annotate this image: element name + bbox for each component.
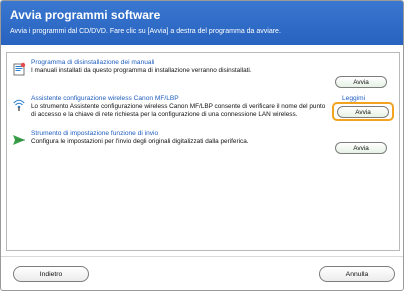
programs-panel: Programma di disinstallazione dei manual… <box>6 52 400 251</box>
back-button[interactable]: Indietro <box>13 266 89 282</box>
footer-separator <box>1 256 403 257</box>
wireless-setup-icon <box>12 98 26 112</box>
window-header: Avvia programmi software Avvia i program… <box>1 1 403 45</box>
readme-link[interactable]: Leggimi <box>342 95 365 102</box>
wireless-program-link[interactable]: Assistente configurazione wireless Canon… <box>31 95 179 102</box>
cancel-button[interactable]: Annulla <box>319 266 395 282</box>
send-program-description: Configura le impostazioni per l'invio de… <box>31 138 249 145</box>
send-function-icon <box>12 133 26 147</box>
uninstall-program-link[interactable]: Programma di disinstallazione dei manual… <box>31 59 155 66</box>
avvia-button-send[interactable]: Avvia <box>335 142 387 154</box>
software-launcher-window: Avvia programmi software Avvia i program… <box>0 0 404 291</box>
avvia-button-uninstall[interactable]: Avvia <box>335 76 387 88</box>
wireless-program-description: Lo strumento Assistente configurazione w… <box>31 103 326 119</box>
send-program-link[interactable]: Strumento di impostazione funzione di in… <box>31 130 158 137</box>
uninstall-program-description: I manuali installati da questo programma… <box>31 67 252 74</box>
uninstall-manuals-icon <box>12 62 26 76</box>
window-subtitle: Avvia i programmi dal CD/DVD. Fare clic … <box>10 28 281 35</box>
window-title: Avvia programmi software <box>10 8 161 22</box>
avvia-button-wireless[interactable]: Avvia <box>337 106 389 118</box>
